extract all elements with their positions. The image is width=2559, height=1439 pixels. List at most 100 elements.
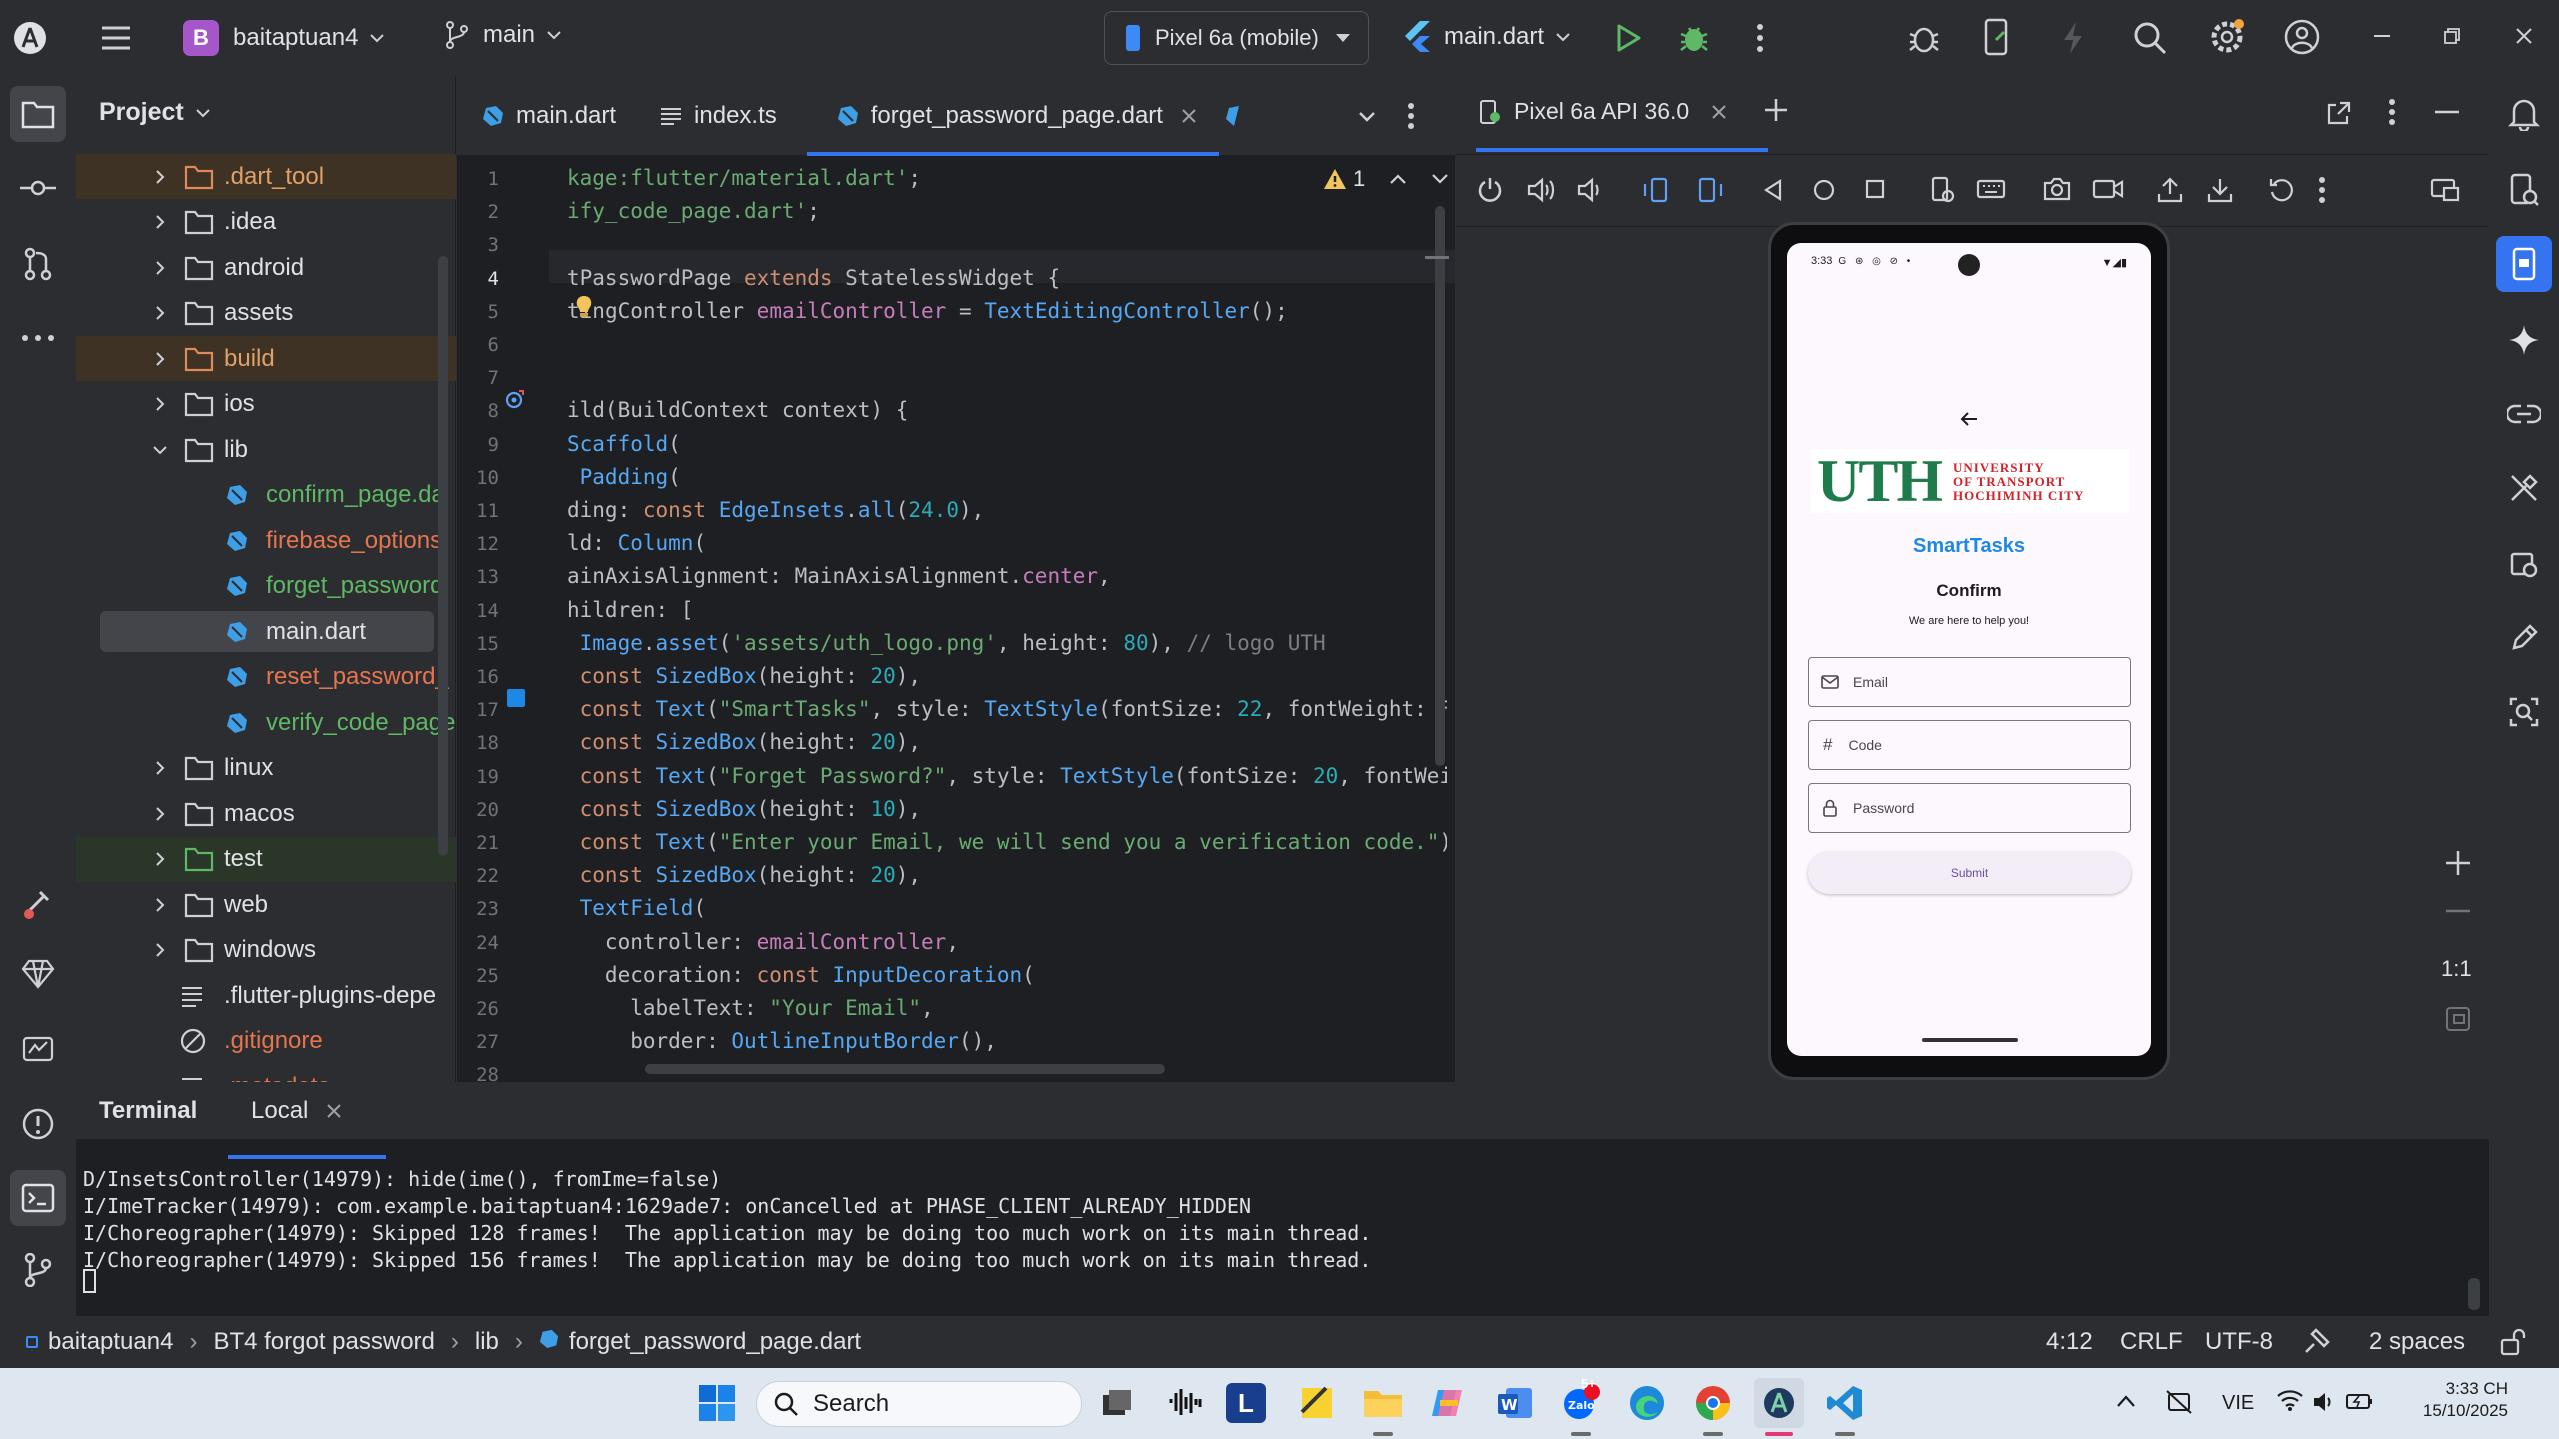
tree-item[interactable]: .gitignore	[76, 1019, 456, 1064]
tree-item[interactable]: .metadata	[76, 1064, 456, 1082]
version-control-icon[interactable]	[10, 1242, 66, 1298]
chrome-icon[interactable]	[1688, 1378, 1738, 1428]
open-external-icon[interactable]	[2326, 100, 2352, 126]
lock-unlocked-icon[interactable]	[2500, 1328, 2526, 1356]
gesture-handle[interactable]	[1922, 1038, 2018, 1042]
emulator-tab[interactable]: Pixel 6a API 36.0	[1478, 98, 1727, 125]
flutter-inspector-icon[interactable]	[10, 874, 66, 930]
breadcrumb-item[interactable]: baitaptuan4	[48, 1328, 173, 1356]
search-icon[interactable]	[2132, 20, 2168, 56]
commit-tool-button[interactable]	[10, 160, 66, 216]
gemini-icon[interactable]	[2496, 312, 2552, 368]
terminal-tool-button[interactable]	[10, 1170, 66, 1226]
hide-panel-icon[interactable]	[2434, 110, 2460, 114]
project-tool-button[interactable]	[10, 86, 66, 142]
back-button-icon[interactable]	[1762, 178, 1784, 202]
intention-bulb-icon[interactable]	[574, 294, 594, 320]
branch-widget[interactable]: main	[443, 20, 563, 50]
email-field[interactable]: Email	[1808, 657, 2131, 707]
chevron-right-icon[interactable]	[152, 897, 168, 913]
indent-setting[interactable]: 2 spaces	[2369, 1328, 2465, 1356]
device-screen[interactable]: 3:33 G ⊛ ◎ ⊘ • ▼◢▮ UTH UNIVERSITY OF TRA…	[1787, 243, 2151, 1056]
tree-item[interactable]: forget_password	[76, 564, 456, 609]
tree-item[interactable]: .dart_tool	[76, 154, 456, 199]
device-mirroring-icon[interactable]	[1928, 176, 1956, 204]
tools-icon[interactable]	[2496, 460, 2552, 516]
rotate-left-icon[interactable]	[1642, 176, 1672, 204]
attach-debugger-icon[interactable]	[1906, 20, 1942, 56]
editor-vertical-scrollbar[interactable]	[1435, 206, 1445, 766]
tree-item[interactable]: windows	[76, 928, 456, 973]
do-not-disturb-icon[interactable]	[2164, 1388, 2194, 1416]
run-config-selector[interactable]: main.dart	[1402, 20, 1572, 54]
close-tab-icon[interactable]	[326, 1103, 342, 1119]
android-studio-logo-icon[interactable]	[12, 20, 48, 56]
gem-icon[interactable]	[10, 946, 66, 1002]
chevron-right-icon[interactable]	[152, 851, 168, 867]
home-button-icon[interactable]	[1812, 178, 1836, 202]
editor-horizontal-scrollbar[interactable]	[645, 1064, 1165, 1074]
tree-item[interactable]: .idea	[76, 200, 456, 245]
inspection-widget[interactable]: 1	[1323, 166, 1449, 192]
chevron-right-icon[interactable]	[152, 942, 168, 958]
chevron-right-icon[interactable]	[152, 396, 168, 412]
new-tab-plus-icon[interactable]	[1762, 96, 1790, 124]
debug-icon[interactable]	[1678, 22, 1710, 54]
screenshot-icon[interactable]	[2042, 176, 2072, 202]
zoom-actual-size[interactable]: 1:1	[2441, 956, 2472, 982]
code-field[interactable]: # Code	[1808, 720, 2131, 770]
flutter-performance-icon[interactable]	[10, 1020, 66, 1076]
tree-item[interactable]: ios	[76, 382, 456, 427]
panel-more-icon[interactable]	[2388, 98, 2396, 126]
color-swatch-marker[interactable]	[507, 689, 525, 707]
running-devices-button[interactable]	[2496, 236, 2552, 292]
windows-start-icon[interactable]	[692, 1378, 742, 1428]
volume-icon[interactable]	[2312, 1390, 2336, 1414]
word-icon[interactable]: W	[1490, 1378, 1540, 1428]
tree-item[interactable]: reset_password_	[76, 655, 456, 700]
tree-item[interactable]: firebase_options	[76, 518, 456, 563]
file-explorer-icon[interactable]	[1358, 1378, 1408, 1428]
override-marker-icon[interactable]	[505, 389, 525, 409]
back-arrow-icon[interactable]	[1959, 411, 1979, 427]
tab-list-chevron-icon[interactable]	[1357, 106, 1377, 126]
password-field[interactable]: Password	[1808, 783, 2131, 833]
screen-record-icon[interactable]	[2092, 176, 2124, 202]
problems-icon[interactable]	[10, 1096, 66, 1152]
zoom-in-icon[interactable]	[2443, 848, 2473, 878]
chevron-right-icon[interactable]	[152, 806, 168, 822]
fit-screen-icon[interactable]	[2445, 1006, 2471, 1032]
system-clock[interactable]: 3:33 CH 15/10/2025	[2398, 1378, 2508, 1422]
close-tab-icon[interactable]	[1711, 104, 1727, 120]
pull-requests-tool-button[interactable]	[10, 236, 66, 292]
edit-icon[interactable]	[2496, 610, 2552, 666]
screen-inspector-icon[interactable]	[2496, 684, 2552, 740]
close-tab-icon[interactable]	[1181, 108, 1197, 124]
chevron-right-icon[interactable]	[152, 305, 168, 321]
inspection-profile-icon[interactable]	[2302, 1326, 2332, 1356]
tree-item[interactable]: test	[76, 836, 456, 882]
run-icon[interactable]	[1612, 22, 1644, 54]
chevron-right-icon[interactable]	[152, 260, 168, 276]
restore-icon[interactable]	[2442, 26, 2462, 46]
tree-item[interactable]: verify_code_page	[76, 700, 456, 745]
previous-highlight-icon[interactable]	[1389, 172, 1407, 186]
tree-scrollbar[interactable]	[438, 256, 448, 856]
caret-position[interactable]: 4:12	[2046, 1328, 2093, 1356]
breadcrumb-item[interactable]: BT4 forgot password	[213, 1328, 434, 1356]
vscode-icon[interactable]	[1820, 1378, 1870, 1428]
zoom-out-icon[interactable]	[2443, 908, 2473, 914]
account-icon[interactable]	[2283, 18, 2321, 56]
terminal-scrollbar[interactable]	[2468, 1278, 2480, 1310]
chevron-right-icon[interactable]	[152, 169, 168, 185]
notifications-icon[interactable]	[2496, 86, 2552, 142]
tab-index-ts[interactable]: index.ts	[638, 76, 799, 156]
layout-inspector-icon[interactable]	[2496, 536, 2552, 592]
editor-more-icon[interactable]	[1407, 102, 1415, 130]
chevron-right-icon[interactable]	[152, 351, 168, 367]
tab-main-dart[interactable]: main.dart	[457, 76, 638, 156]
device-selector[interactable]: Pixel 6a (mobile)	[1104, 11, 1369, 65]
volume-down-icon[interactable]	[1576, 176, 1604, 204]
tree-item[interactable]: android	[76, 245, 456, 290]
tree-item[interactable]: lib	[76, 427, 456, 472]
